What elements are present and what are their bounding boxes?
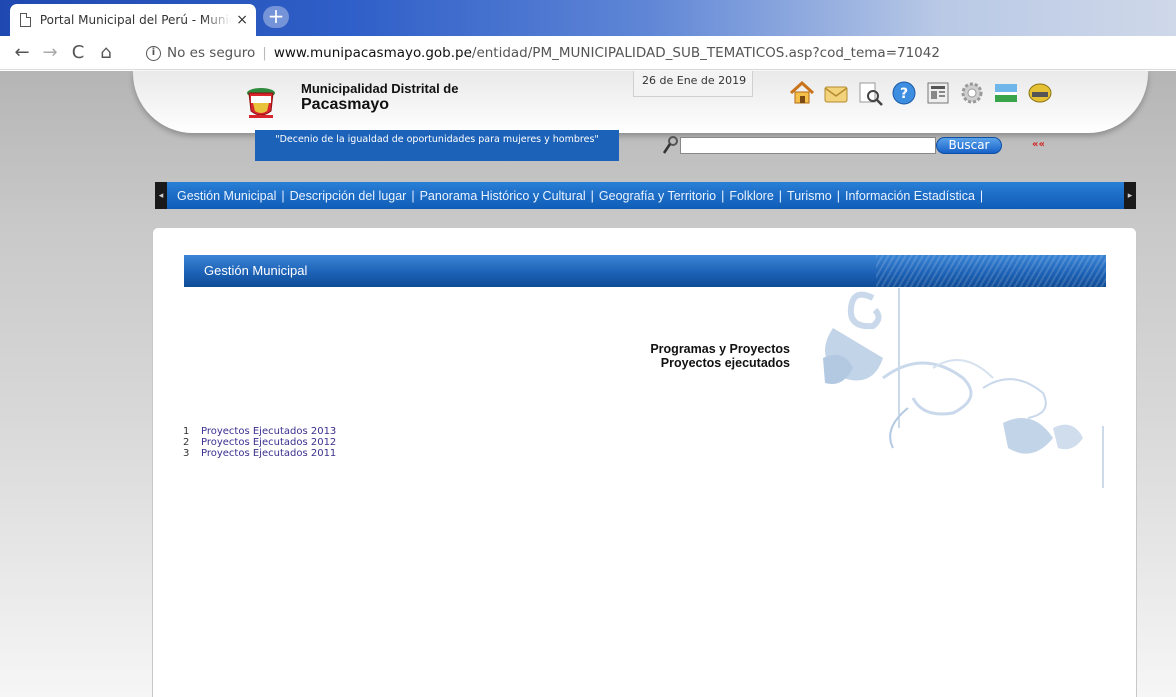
- address-bar[interactable]: i No es seguro | www.munipacasmayo.gob.p…: [146, 40, 1146, 66]
- floral-ornament: [823, 288, 1104, 488]
- page-icon: [20, 13, 31, 27]
- menu-separator: |: [721, 188, 725, 203]
- municipality-name-line1: Municipalidad Distrital de: [301, 81, 459, 96]
- content-panel: Gestión Municipal Programas y Proyectos …: [152, 227, 1137, 697]
- back-double-arrow-link[interactable]: ««: [1032, 139, 1045, 150]
- browser-toolbar: ← → C ⌂ i No es seguro | www.munipacasma…: [0, 36, 1176, 99]
- page-heading: Programas y Proyectos Proyectos ejecutad…: [650, 342, 790, 370]
- menu-item-descripcion-lugar[interactable]: Descripción del lugar: [290, 189, 407, 203]
- search-input[interactable]: [680, 137, 936, 154]
- municipality-name-line2: Pacasmayo: [301, 96, 390, 113]
- forward-arrow-icon[interactable]: →: [36, 42, 64, 63]
- url-path: /entidad/PM_MUNICIPALIDAD_SUB_TEMATICOS.…: [471, 45, 940, 61]
- tab-title: Portal Municipal del Perú - Munic: [39, 13, 233, 27]
- list-item-number: 3: [183, 448, 190, 459]
- security-label: No es seguro: [167, 45, 256, 61]
- info-icon[interactable]: i: [146, 45, 161, 61]
- menu-item-geografia[interactable]: Geografía y Territorio: [599, 189, 716, 203]
- chat-icon[interactable]: [1026, 79, 1054, 109]
- menu-item-panorama-historico[interactable]: Panorama Histórico y Cultural: [420, 189, 586, 203]
- project-link-2011[interactable]: Proyectos Ejecutados 2011: [201, 448, 336, 459]
- new-tab-button[interactable]: +: [263, 6, 289, 28]
- search-doc-icon[interactable]: [856, 79, 884, 109]
- decorative-stripes: [876, 255, 1106, 287]
- site-header: Municipalidad Distrital de Pacasmayo 26 …: [133, 71, 1148, 133]
- news-icon[interactable]: [924, 79, 952, 109]
- browser-tab-strip: Portal Municipal del Perú - Munic × +: [0, 0, 1176, 36]
- tab-close-icon[interactable]: ×: [236, 12, 248, 28]
- list-item-number: 1: [183, 426, 190, 437]
- svg-text:?: ?: [900, 86, 908, 102]
- list-item: 3 Proyectos Ejecutados 2011: [183, 448, 336, 459]
- gear-icon[interactable]: [958, 79, 986, 109]
- menu-item-gestion-municipal[interactable]: Gestión Municipal: [177, 189, 276, 203]
- list-item: 2 Proyectos Ejecutados 2012: [183, 437, 336, 448]
- menu-scroll-right-icon[interactable]: ▸: [1124, 182, 1136, 209]
- back-arrow-icon[interactable]: ←: [8, 42, 36, 63]
- reload-icon[interactable]: C: [64, 42, 92, 63]
- menu-separator: |: [836, 188, 840, 203]
- web-page: Municipalidad Distrital de Pacasmayo 26 …: [0, 71, 1176, 697]
- menu-separator: |: [281, 188, 285, 203]
- current-date: 26 de Ene de 2019: [633, 71, 753, 97]
- slogan-banner: "Decenio de la igualdad de oportunidades…: [255, 130, 619, 161]
- list-item-number: 2: [183, 437, 190, 448]
- section-header-bar: Gestión Municipal: [184, 255, 1106, 287]
- browser-tab[interactable]: Portal Municipal del Perú - Munic ×: [10, 4, 256, 36]
- search-button[interactable]: Buscar: [936, 137, 1002, 154]
- menu-items: Gestión Municipal | Descripción del luga…: [167, 189, 1124, 203]
- menu-separator: |: [979, 188, 984, 203]
- help-icon[interactable]: ?: [890, 79, 918, 109]
- menu-separator: |: [778, 188, 783, 203]
- header-icon-row: ?: [788, 79, 1054, 109]
- home-icon[interactable]: ⌂: [92, 42, 120, 63]
- menu-item-folklore[interactable]: Folklore: [729, 189, 773, 203]
- magnifier-icon: [662, 136, 678, 154]
- project-link-2013[interactable]: Proyectos Ejecutados 2013: [201, 426, 336, 437]
- menu-item-turismo[interactable]: Turismo: [787, 189, 832, 203]
- url-host: www.munipacasmayo.gob.pe: [273, 45, 472, 61]
- coat-of-arms-logo[interactable]: [245, 83, 277, 121]
- menu-scroll-left-icon[interactable]: ◂: [155, 182, 167, 209]
- main-menu: ◂ Gestión Municipal | Descripción del lu…: [155, 182, 1136, 209]
- mail-icon[interactable]: [822, 79, 850, 109]
- landscape-icon[interactable]: [992, 79, 1020, 109]
- heading-line2: Proyectos ejecutados: [660, 356, 790, 370]
- project-link-2012[interactable]: Proyectos Ejecutados 2012: [201, 437, 336, 448]
- section-title: Gestión Municipal: [204, 263, 308, 278]
- project-list: 1 Proyectos Ejecutados 2013 2 Proyectos …: [183, 426, 336, 459]
- heading-line1: Programas y Proyectos: [650, 342, 790, 356]
- list-item: 1 Proyectos Ejecutados 2013: [183, 426, 336, 437]
- menu-item-informacion-estadistica[interactable]: Información Estadística: [845, 189, 975, 203]
- menu-separator: |: [590, 188, 594, 203]
- url-separator: |: [262, 45, 267, 61]
- home-icon[interactable]: [788, 79, 816, 109]
- menu-separator: |: [411, 188, 415, 203]
